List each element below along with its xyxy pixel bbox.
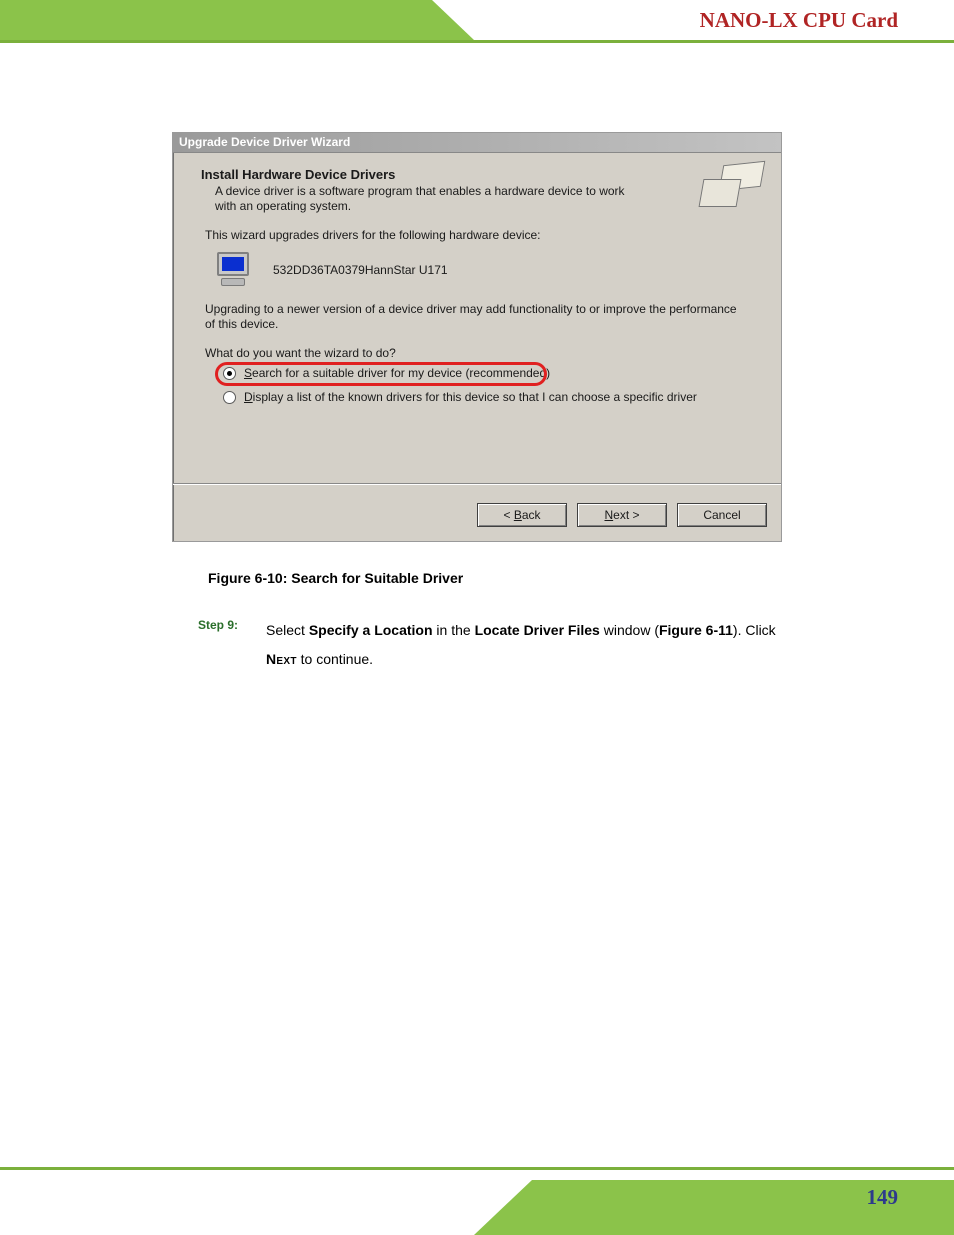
dialog-subheading: A device driver is a software program th…: [215, 184, 647, 214]
radio-option-search[interactable]: Search for a suitable driver for my devi…: [223, 366, 757, 382]
step-row: Step 9: Select Specify a Location in the…: [198, 616, 954, 675]
dialog-paragraph: Upgrading to a newer version of a device…: [205, 302, 749, 332]
page-content: Upgrade Device Driver Wizard Install Har…: [0, 70, 954, 675]
dialog-line1: This wizard upgrades drivers for the fol…: [205, 228, 757, 242]
figure-caption: Figure 6-10: Search for Suitable Driver: [208, 570, 954, 586]
radio-label: Display a list of the known drivers for …: [244, 390, 697, 406]
page-number: 149: [867, 1185, 899, 1210]
device-name: 532DD36TA0379HannStar U171: [273, 263, 448, 277]
wizard-dialog: Upgrade Device Driver Wizard Install Har…: [172, 132, 782, 542]
radio-icon: [223, 367, 236, 380]
wizard-art-icon: [699, 163, 769, 215]
back-button[interactable]: < Back: [477, 503, 567, 527]
dialog-button-row: < Back Next > Cancel: [173, 495, 781, 541]
radio-option-display[interactable]: Display a list of the known drivers for …: [223, 390, 757, 406]
header-diagonal: [432, 0, 474, 40]
step-body: Select Specify a Location in the Locate …: [266, 616, 806, 675]
next-button[interactable]: Next >: [577, 503, 667, 527]
footer-left-white: [0, 1180, 474, 1235]
radio-label: Search for a suitable driver for my devi…: [244, 366, 550, 382]
dialog-heading: Install Hardware Device Drivers: [201, 167, 757, 182]
page-footer: 149: [0, 1167, 954, 1235]
footer-diagonal: [474, 1180, 532, 1235]
page-header: NANO-LX CPU Card: [0, 0, 954, 48]
dialog-question: What do you want the wizard to do?: [205, 346, 749, 360]
device-row: 532DD36TA0379HannStar U171: [215, 252, 757, 288]
dialog-separator: [173, 483, 781, 485]
radio-icon: [223, 391, 236, 404]
dialog-body: Install Hardware Device Drivers A device…: [173, 153, 781, 483]
footer-rule: [0, 1167, 954, 1170]
monitor-icon: [215, 252, 255, 288]
dialog-titlebar: Upgrade Device Driver Wizard: [173, 133, 781, 153]
document-title: NANO-LX CPU Card: [700, 8, 898, 33]
step-label: Step 9:: [198, 616, 238, 675]
header-rule: [0, 40, 954, 43]
cancel-button[interactable]: Cancel: [677, 503, 767, 527]
radio-group: Search for a suitable driver for my devi…: [223, 366, 757, 405]
